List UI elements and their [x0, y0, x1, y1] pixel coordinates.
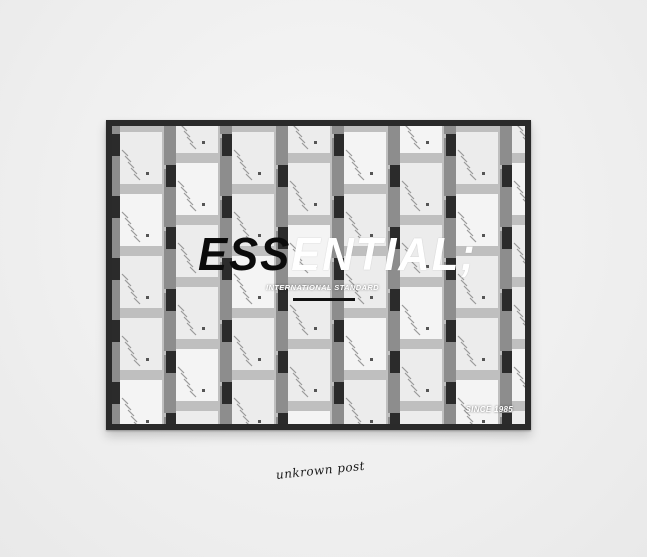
- balcony-railing: [390, 165, 400, 187]
- balcony-railing: [502, 413, 512, 424]
- balcony-railing: [390, 413, 400, 424]
- balcony-railing: [334, 196, 344, 218]
- balcony-light: [482, 296, 485, 299]
- balcony-railing: [166, 351, 176, 373]
- balcony-light: [314, 327, 317, 330]
- balcony-light: [258, 358, 261, 361]
- balcony-light: [314, 203, 317, 206]
- balcony-light: [202, 389, 205, 392]
- balcony-shadow: [332, 126, 344, 134]
- balcony-light: [426, 327, 429, 330]
- balcony-light: [482, 172, 485, 175]
- balcony-light: [202, 203, 205, 206]
- balcony-light: [258, 172, 261, 175]
- balcony-railing: [446, 196, 456, 218]
- balcony-railing: [278, 289, 288, 311]
- balcony-railing: [390, 289, 400, 311]
- balcony-railing: [502, 351, 512, 373]
- balcony-face: [288, 411, 330, 424]
- balcony-light: [146, 420, 149, 423]
- title-light-part: ENTIAL;: [291, 228, 477, 280]
- balcony-face: [512, 126, 525, 153]
- balcony-face: [400, 411, 442, 424]
- balcony-light: [314, 141, 317, 144]
- balcony-light: [146, 234, 149, 237]
- balcony-railing: [112, 382, 120, 404]
- balcony-railing: [112, 258, 120, 280]
- balcony-railing: [334, 320, 344, 342]
- balcony-face: [400, 126, 442, 153]
- balcony-light: [370, 296, 373, 299]
- balcony-light: [258, 296, 261, 299]
- balcony-shadow: [164, 126, 176, 165]
- balcony-light: [482, 234, 485, 237]
- balcony-railing: [278, 413, 288, 424]
- balcony-shadow: [388, 126, 400, 165]
- balcony-light: [146, 172, 149, 175]
- title-underline: [293, 298, 355, 301]
- balcony-light: [426, 141, 429, 144]
- balcony-railing: [446, 382, 456, 404]
- balcony-railing: [502, 165, 512, 187]
- balcony-railing: [112, 320, 120, 342]
- balcony-light: [314, 389, 317, 392]
- balcony-railing: [166, 227, 176, 249]
- balcony-railing: [390, 351, 400, 373]
- balcony-railing: [278, 351, 288, 373]
- since-label: SINCE 1985: [465, 405, 513, 414]
- poster-subtitle: INTERNATIONAL STANDARD: [266, 283, 379, 292]
- balcony-face: [176, 126, 218, 153]
- balcony-light: [426, 389, 429, 392]
- signature-caption: unkrown post: [275, 458, 366, 482]
- balcony-light: [146, 358, 149, 361]
- balcony-face: [288, 126, 330, 153]
- balcony-railing: [112, 196, 120, 218]
- balcony-railing: [166, 165, 176, 187]
- balcony-railing: [166, 413, 176, 424]
- title-dark-part: ESS: [198, 228, 292, 280]
- balcony-light: [202, 327, 205, 330]
- balcony-light: [370, 420, 373, 423]
- balcony-railing: [278, 165, 288, 187]
- balcony-light: [482, 420, 485, 423]
- balcony-shadow: [112, 126, 120, 134]
- balcony-railing: [334, 134, 344, 156]
- balcony-railing: [502, 227, 512, 249]
- balcony-railing: [446, 320, 456, 342]
- balcony-railing: [222, 320, 232, 342]
- balcony-railing: [166, 289, 176, 311]
- building-photo: ESSENTIAL; INTERNATIONAL STANDARD SINCE …: [112, 126, 525, 424]
- poster-frame: ESSENTIAL; INTERNATIONAL STANDARD SINCE …: [106, 120, 531, 430]
- balcony-light: [482, 358, 485, 361]
- balcony-light: [370, 172, 373, 175]
- balcony-railing: [446, 134, 456, 156]
- balcony-shadow: [220, 126, 232, 134]
- balcony-shadow: [500, 126, 512, 165]
- poster-title: ESSENTIAL;: [198, 231, 477, 277]
- balcony-face: [512, 411, 525, 424]
- balcony-railing: [502, 289, 512, 311]
- balcony-light: [146, 296, 149, 299]
- balcony-face: [176, 411, 218, 424]
- balcony-shadow: [276, 126, 288, 165]
- balcony-light: [426, 203, 429, 206]
- balcony-railing: [112, 134, 120, 156]
- balcony-light: [258, 420, 261, 423]
- balcony-railing: [222, 382, 232, 404]
- balcony-railing: [334, 382, 344, 404]
- balcony-light: [370, 358, 373, 361]
- balcony-railing: [222, 196, 232, 218]
- balcony-shadow: [444, 126, 456, 134]
- balcony-light: [202, 141, 205, 144]
- balcony-railing: [222, 134, 232, 156]
